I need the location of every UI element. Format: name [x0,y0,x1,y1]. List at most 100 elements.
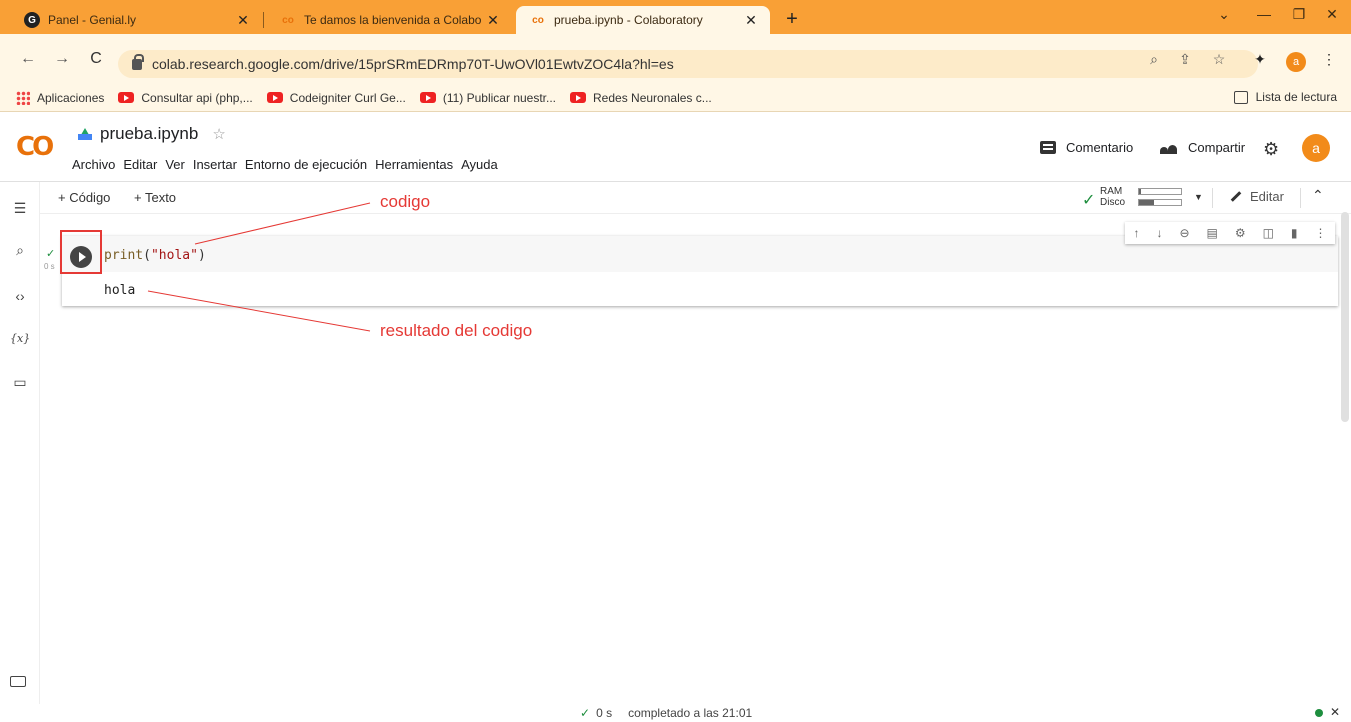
gear-icon[interactable]: ⚙ [1263,139,1279,160]
close-icon[interactable]: ✕ [484,12,502,29]
bookmark-label: Codeigniter Curl Ge... [289,90,406,105]
more-icon[interactable]: ⋮ [1315,226,1327,240]
browser-tab-welcome[interactable]: co Te damos la bienvenida a Colabo ✕ [266,6,512,34]
colab-icon: co [282,14,294,26]
back-icon[interactable]: ← [18,50,38,68]
code-cell[interactable] [62,236,1338,306]
star-icon[interactable]: ☆ [212,125,225,143]
terminal-icon[interactable] [10,676,26,687]
resource-labels: RAM Disco [1100,186,1125,208]
zoom-icon[interactable]: ⌕ [1143,51,1165,68]
chevron-up-icon[interactable]: ⌃ [1312,187,1324,204]
scrollbar[interactable] [1341,212,1349,422]
colab-logo[interactable]: CO [16,132,54,162]
code-line[interactable]: print("hola") [104,248,206,263]
restore-icon[interactable]: ❐ [1285,6,1313,23]
window-close-icon[interactable]: ✕ [1318,6,1346,23]
genially-icon: G [24,12,40,28]
menu-ayuda[interactable]: Ayuda [461,157,498,172]
resources-indicator[interactable]: ✓ RAM Disco ▼ [1082,185,1232,211]
youtube-icon [570,92,587,103]
reload-icon[interactable]: C [86,50,106,68]
disk-bar-fill [1139,200,1154,205]
browser-tab-prueba[interactable]: co prueba.ipynb - Colaboratory ✕ [516,6,770,34]
tab-title: Panel - Genial.ly [48,13,137,27]
gear-icon[interactable]: ⚙ [1235,226,1246,240]
code-string: "hola" [150,248,198,263]
browser-menu-icon[interactable]: ⋮ [1318,51,1340,68]
minimize-icon[interactable]: — [1250,6,1278,22]
status-message: completado a las 21:01 [628,706,753,720]
notebook-name[interactable]: prueba.ipynb [100,124,198,144]
move-up-icon[interactable]: ↑ [1133,226,1139,240]
divider [1300,188,1301,208]
people-icon [1160,142,1178,154]
ram-bar [1138,188,1182,195]
new-tab-button[interactable]: + [780,8,804,32]
annotation-code: codigo [380,192,431,211]
edit-label: Editar [1250,189,1284,204]
bookmark-label: Aplicaciones [37,90,105,105]
extensions-icon[interactable]: ✦ [1249,51,1271,68]
variables-icon[interactable]: {x} [10,332,30,345]
disk-bar [1138,199,1182,206]
mirror-cell-icon[interactable]: ◫ [1263,226,1274,240]
add-text-button[interactable]: + Texto [134,190,176,205]
disk-label: Disco [1100,197,1126,208]
bookmark-item[interactable]: Redes Neuronales c... [570,91,712,105]
url-text: colab.research.google.com/drive/15prSRmE… [152,56,674,72]
bookmark-label: Consultar api (php,... [141,90,253,105]
close-icon[interactable]: ✕ [742,12,760,29]
search-icon[interactable]: ⌕ [10,242,30,259]
bookmark-apps[interactable]: Aplicaciones [16,90,105,105]
browser-tab-strip: G Panel - Genial.ly ✕ co Te damos la bie… [0,0,1351,34]
bookmark-item[interactable]: Consultar api (php,... [118,90,253,105]
bookmark-item[interactable]: (11) Publicar nuestr... [419,91,556,105]
link-icon[interactable]: ⊖ [1179,226,1189,240]
comment-button[interactable]: Comentario [1040,140,1133,155]
left-sidebar: ☰ ⌕ ‹› {x} ▭ [0,182,40,704]
menu-herramientas[interactable]: Herramientas [375,157,453,172]
close-icon[interactable]: ✕ [234,12,252,29]
move-down-icon[interactable]: ↓ [1156,226,1162,240]
close-icon[interactable]: ✕ [1330,705,1340,719]
chevron-down-icon[interactable]: ▼ [1194,192,1203,202]
chevron-down-icon[interactable]: ⌄ [1210,6,1238,23]
tab-separator [263,12,264,28]
bookmark-star-icon[interactable]: ☆ [1208,51,1230,68]
menu-archivo[interactable]: Archivo [72,157,115,172]
code-function: print [104,248,144,263]
colab-icon: co [532,14,544,26]
menu-ver[interactable]: Ver [165,157,185,172]
avatar[interactable]: a [1302,134,1330,162]
cell-toolbar: ↑ ↓ ⊖ ▤ ⚙ ◫ ▮ ⋮ [1125,222,1335,244]
notebook-title: prueba.ipynb ☆ [78,124,226,144]
share-button[interactable]: Compartir [1160,140,1245,155]
delete-icon[interactable]: ▮ [1291,226,1298,240]
tab-title: prueba.ipynb - Colaboratory [554,13,703,27]
folder-icon[interactable]: ▭ [10,374,30,391]
execution-time: 0 s [44,262,55,271]
menu-insertar[interactable]: Insertar [193,157,237,172]
toc-icon[interactable]: ☰ [10,200,30,217]
browser-profile-avatar[interactable]: a [1286,52,1306,72]
comment-icon[interactable]: ▤ [1207,226,1218,240]
share-page-icon[interactable]: ⇪ [1174,51,1196,68]
url-input[interactable]: colab.research.google.com/drive/15prSRmE… [118,50,1258,78]
menu-entorno[interactable]: Entorno de ejecución [245,157,367,172]
status-bar: ✓ 0 s completado a las 21:01 ✕ [0,704,1351,722]
execution-status[interactable]: ✓ 0 s completado a las 21:01 [580,706,752,720]
executed-check-icon: ✓ [46,248,56,260]
drive-icon[interactable] [78,128,92,140]
comment-label: Comentario [1066,140,1134,155]
bookmark-item[interactable]: Codeigniter Curl Ge... [266,90,406,105]
menu-editar[interactable]: Editar [123,157,157,172]
forward-icon[interactable]: → [52,50,72,68]
reading-list-button[interactable]: Lista de lectura [1233,90,1337,104]
edit-button[interactable]: Editar [1230,189,1284,204]
code-snippets-icon[interactable]: ‹› [10,288,30,304]
browser-tab-genially[interactable]: G Panel - Genial.ly ✕ [10,6,262,34]
pencil-icon [1230,191,1242,202]
add-code-button[interactable]: + Código [58,190,110,205]
reading-list-icon [1233,90,1248,104]
